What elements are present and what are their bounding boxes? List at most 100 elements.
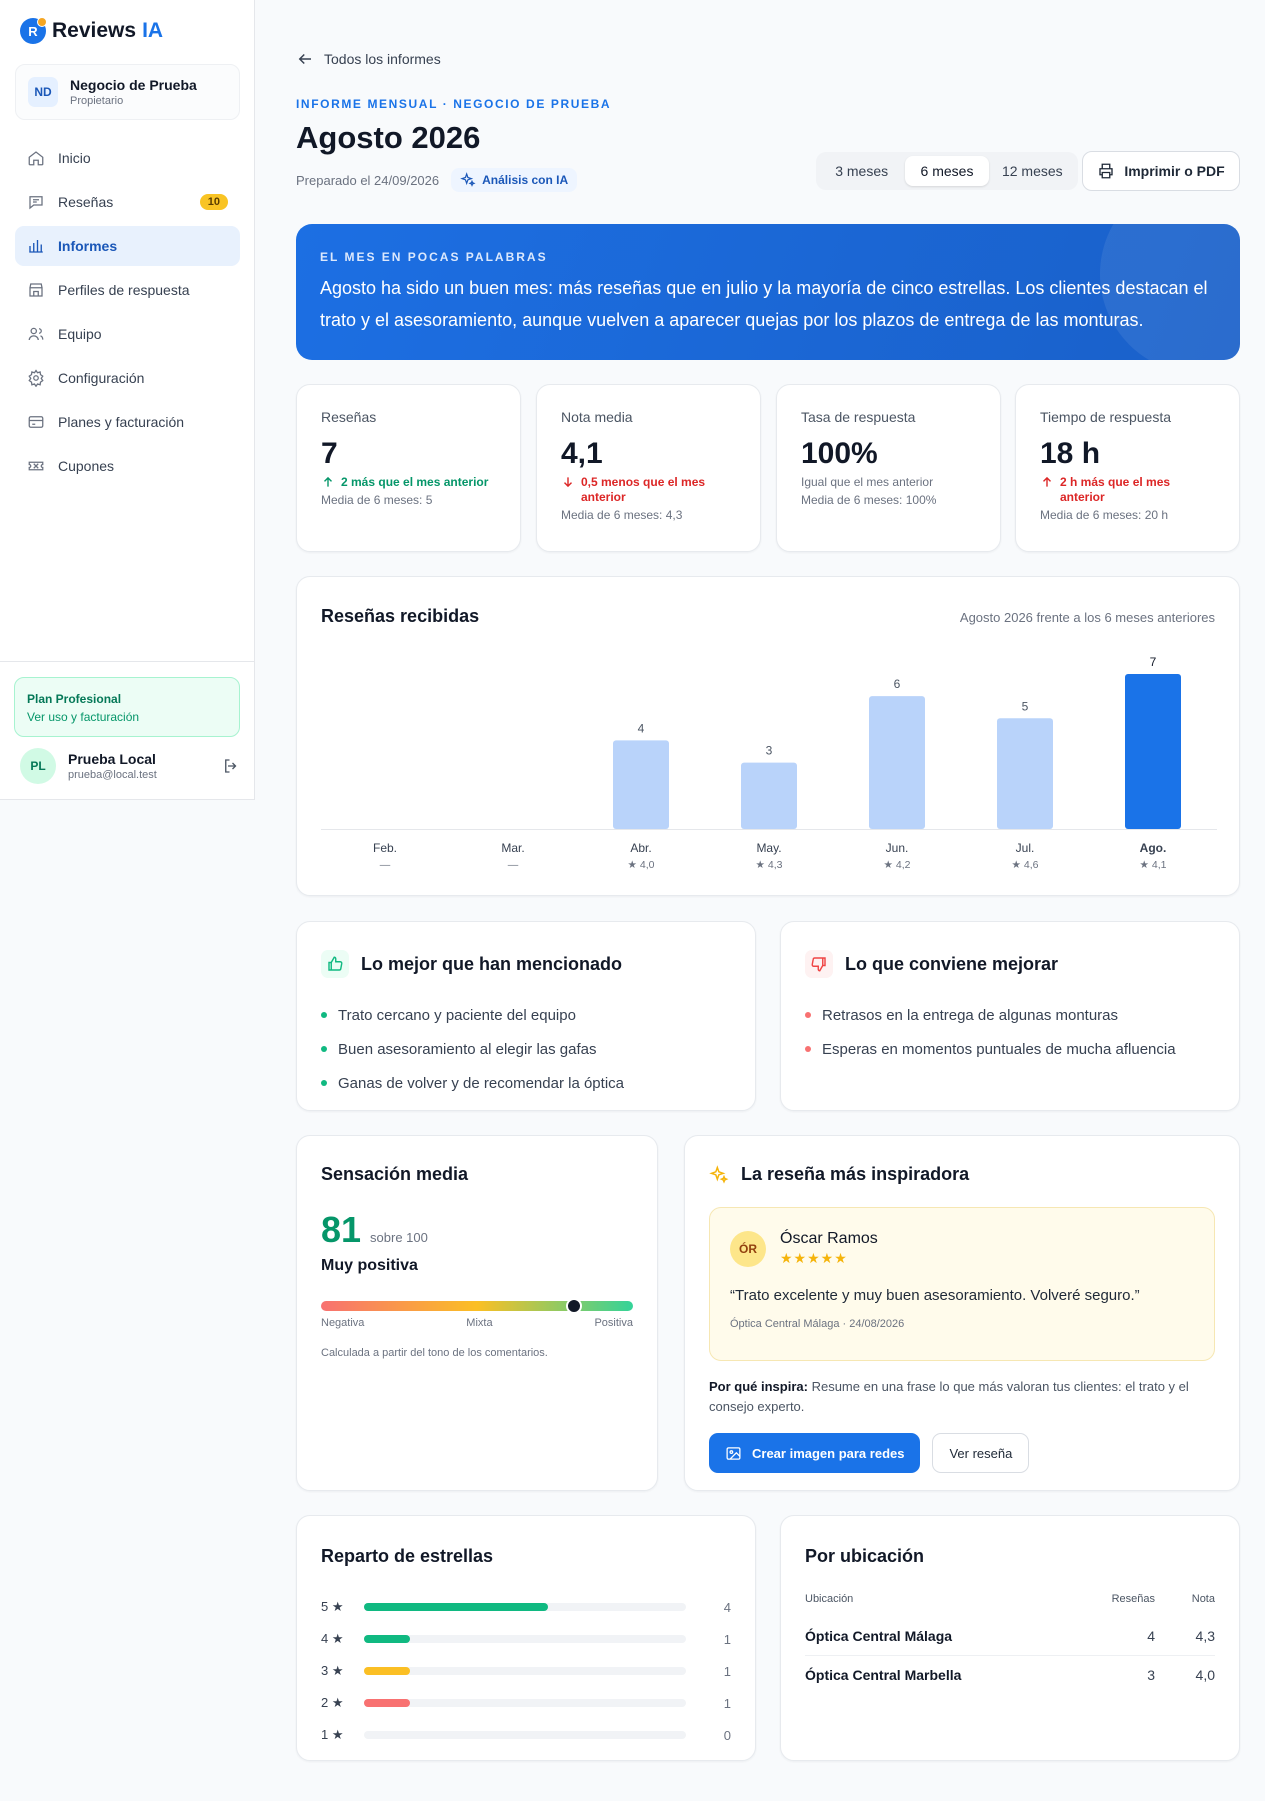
- kpi-value: 7: [321, 437, 338, 470]
- distribution-row: 4 ★ 1: [321, 1631, 731, 1647]
- gauge-label-negative: Negativa: [321, 1317, 365, 1329]
- summary-text: Agosto ha sido un buen mes: más reseñas …: [320, 278, 1208, 330]
- sidebar-item-inicio[interactable]: Inicio: [15, 138, 240, 178]
- logout-icon[interactable]: [222, 757, 240, 775]
- list-item: Buen asesoramiento al elegir las gafas: [321, 1032, 731, 1066]
- review-quote-box: ÓR Óscar Ramos ★★★★★ “Trato excelente y …: [709, 1207, 1215, 1361]
- table-row[interactable]: Óptica Central Málaga 4 4,3: [805, 1617, 1215, 1656]
- print-button-label: Imprimir o PDF: [1124, 163, 1225, 179]
- x-rating-label: ★ 4,1: [1140, 859, 1167, 871]
- thumbs-up-icon: [321, 950, 349, 978]
- brand-logo[interactable]: R Reviews IA: [20, 17, 163, 44]
- sidebar-item-cupones[interactable]: Cupones: [15, 446, 240, 486]
- inspiring-title: La reseña más inspiradora: [741, 1164, 970, 1184]
- sidebar-item-configuracion[interactable]: Configuración: [15, 358, 240, 398]
- list-item: Ganas de volver y de recomendar la óptic…: [321, 1066, 731, 1100]
- kpi-delta: 2 h más que el mes anterior: [1040, 475, 1215, 505]
- x-rating-label: ★ 4,2: [884, 859, 911, 871]
- sidebar-item-label: Equipo: [58, 326, 102, 342]
- print-button[interactable]: Imprimir o PDF: [1082, 151, 1240, 191]
- x-tick-label: Jul.: [1016, 841, 1035, 855]
- sidebar-item-label: Informes: [58, 238, 118, 254]
- star-distribution-title: Reparto de estrellas: [321, 1546, 494, 1566]
- x-tick-label: May.: [756, 841, 781, 855]
- kpi-label: Nota media: [561, 409, 633, 425]
- list-item: Esperas en momentos puntuales de mucha a…: [805, 1032, 1215, 1066]
- sentiment-note: Calculada a partir del tono de los comen…: [321, 1347, 548, 1359]
- distribution-bar: [364, 1699, 410, 1707]
- kpi-average: Media de 6 meses: 4,3: [561, 508, 683, 522]
- bar-value-label: 5: [1022, 699, 1029, 713]
- sentiment-score: 81: [321, 1209, 362, 1250]
- ai-chip-label: Análisis con IA: [482, 173, 569, 187]
- card-icon: [28, 416, 44, 428]
- plan-usage-link[interactable]: Ver uso y facturación: [27, 710, 227, 724]
- business-name: Negocio de Prueba: [70, 77, 197, 93]
- kpi-delta-text: 2 h más que el mes anterior: [1060, 475, 1171, 504]
- chart-bar[interactable]: [869, 696, 925, 829]
- create-social-image-button[interactable]: Crear imagen para redes: [709, 1433, 921, 1473]
- locations-table: Ubicación Reseñas Nota Óptica Central Má…: [805, 1585, 1215, 1694]
- chart-bar[interactable]: [1125, 674, 1181, 829]
- best-mentions-title: Lo mejor que han mencionado: [361, 953, 623, 974]
- table-row[interactable]: Óptica Central Marbella 3 4,0: [805, 1655, 1215, 1694]
- kpi-card-reviews: Reseñas 7 2 más que el mes anterior Medi…: [296, 384, 521, 552]
- sidebar-item-resenas[interactable]: Reseñas 10: [15, 182, 240, 222]
- locations-card: Por ubicación Ubicación Reseñas Nota Ópt…: [780, 1515, 1240, 1761]
- arrow-down-icon: [564, 477, 572, 488]
- range-12-months[interactable]: 12 meses: [991, 156, 1074, 186]
- reviews-chart-card: Reseñas recibidas Agosto 2026 frente a l…: [296, 576, 1240, 896]
- business-switcher[interactable]: ND Negocio de Prueba Propietario: [15, 64, 240, 120]
- x-rating-label: —: [380, 859, 391, 871]
- sidebar-item-equipo[interactable]: Equipo: [15, 314, 240, 354]
- distribution-row: 1 ★ 0: [321, 1727, 731, 1743]
- arrow-up-icon: [1043, 476, 1051, 487]
- plan-card[interactable]: Plan Profesional Ver uso y facturación: [14, 677, 240, 737]
- sidebar-item-label: Reseñas: [58, 194, 114, 210]
- sidebar-item-label: Configuración: [58, 370, 145, 386]
- star-rating: ★★★★★: [780, 1250, 848, 1266]
- range-3-months[interactable]: 3 meses: [820, 156, 903, 186]
- kpi-delta: Igual que el mes anterior: [801, 475, 976, 490]
- arrow-left-icon: [298, 53, 311, 65]
- store-icon: [29, 283, 43, 297]
- summary-banner: EL MES EN POCAS PALABRAS Agosto ha sido …: [296, 224, 1240, 360]
- sidebar-nav: Inicio Reseñas 10 Informes Perfiles de r…: [15, 138, 240, 490]
- column-header: Reseñas: [1111, 1593, 1155, 1605]
- x-tick-label: Feb.: [373, 841, 397, 855]
- range-6-months[interactable]: 6 meses: [905, 156, 989, 186]
- x-rating-label: ★ 4,6: [1012, 859, 1039, 871]
- range-selector: 3 meses 6 meses 12 meses: [816, 152, 1078, 190]
- x-rating-label: —: [508, 859, 519, 871]
- gauge-label-positive: Positiva: [594, 1317, 633, 1329]
- x-tick-label: Jun.: [886, 841, 909, 855]
- view-review-button[interactable]: Ver reseña: [932, 1433, 1030, 1473]
- gauge-label-mixed: Mixta: [466, 1317, 493, 1329]
- sidebar-item-label: Planes y facturación: [58, 414, 185, 430]
- plan-title: Plan Profesional: [27, 692, 122, 706]
- chart-bar[interactable]: [997, 718, 1053, 829]
- sidebar-item-perfiles[interactable]: Perfiles de respuesta: [15, 270, 240, 310]
- reviews-bar-chart: Feb. — Mar. — 4 Abr. ★ 4,0 3 May. ★ 4,3 6 Jun. ★ 4,2…: [321, 655, 1217, 871]
- sparkles-icon: [709, 1164, 729, 1184]
- report-eyebrow: INFORME MENSUAL · NEGOCIO DE PRUEBA: [296, 97, 612, 111]
- chart-bar[interactable]: [741, 762, 797, 829]
- chart-bar[interactable]: [613, 740, 669, 829]
- kpi-delta: 2 más que el mes anterior: [321, 475, 496, 490]
- sidebar-item-facturacion[interactable]: Planes y facturación: [15, 402, 240, 442]
- business-avatar: ND: [28, 77, 58, 107]
- improve-title: Lo que conviene mejorar: [845, 953, 1059, 974]
- brand-mark: R: [20, 17, 47, 44]
- summary-label: EL MES EN POCAS PALABRAS: [320, 250, 548, 264]
- bar-value-label: 4: [638, 721, 645, 735]
- sidebar-item-informes[interactable]: Informes: [15, 226, 240, 266]
- distribution-bar: [364, 1635, 410, 1643]
- back-link[interactable]: Todos los informes: [296, 50, 441, 68]
- x-tick-label: Mar.: [501, 841, 524, 855]
- user-email: prueba@local.test: [68, 769, 157, 781]
- kpi-average: Media de 6 meses: 5: [321, 493, 433, 507]
- bar-value-label: 7: [1150, 655, 1157, 669]
- distribution-row: 5 ★ 4: [321, 1599, 731, 1615]
- star-distribution-list: 5 ★ 4 4 ★ 1 3 ★ 1 2 ★ 1 1 ★ 0: [321, 1591, 731, 1751]
- arrow-up-icon: [324, 476, 332, 487]
